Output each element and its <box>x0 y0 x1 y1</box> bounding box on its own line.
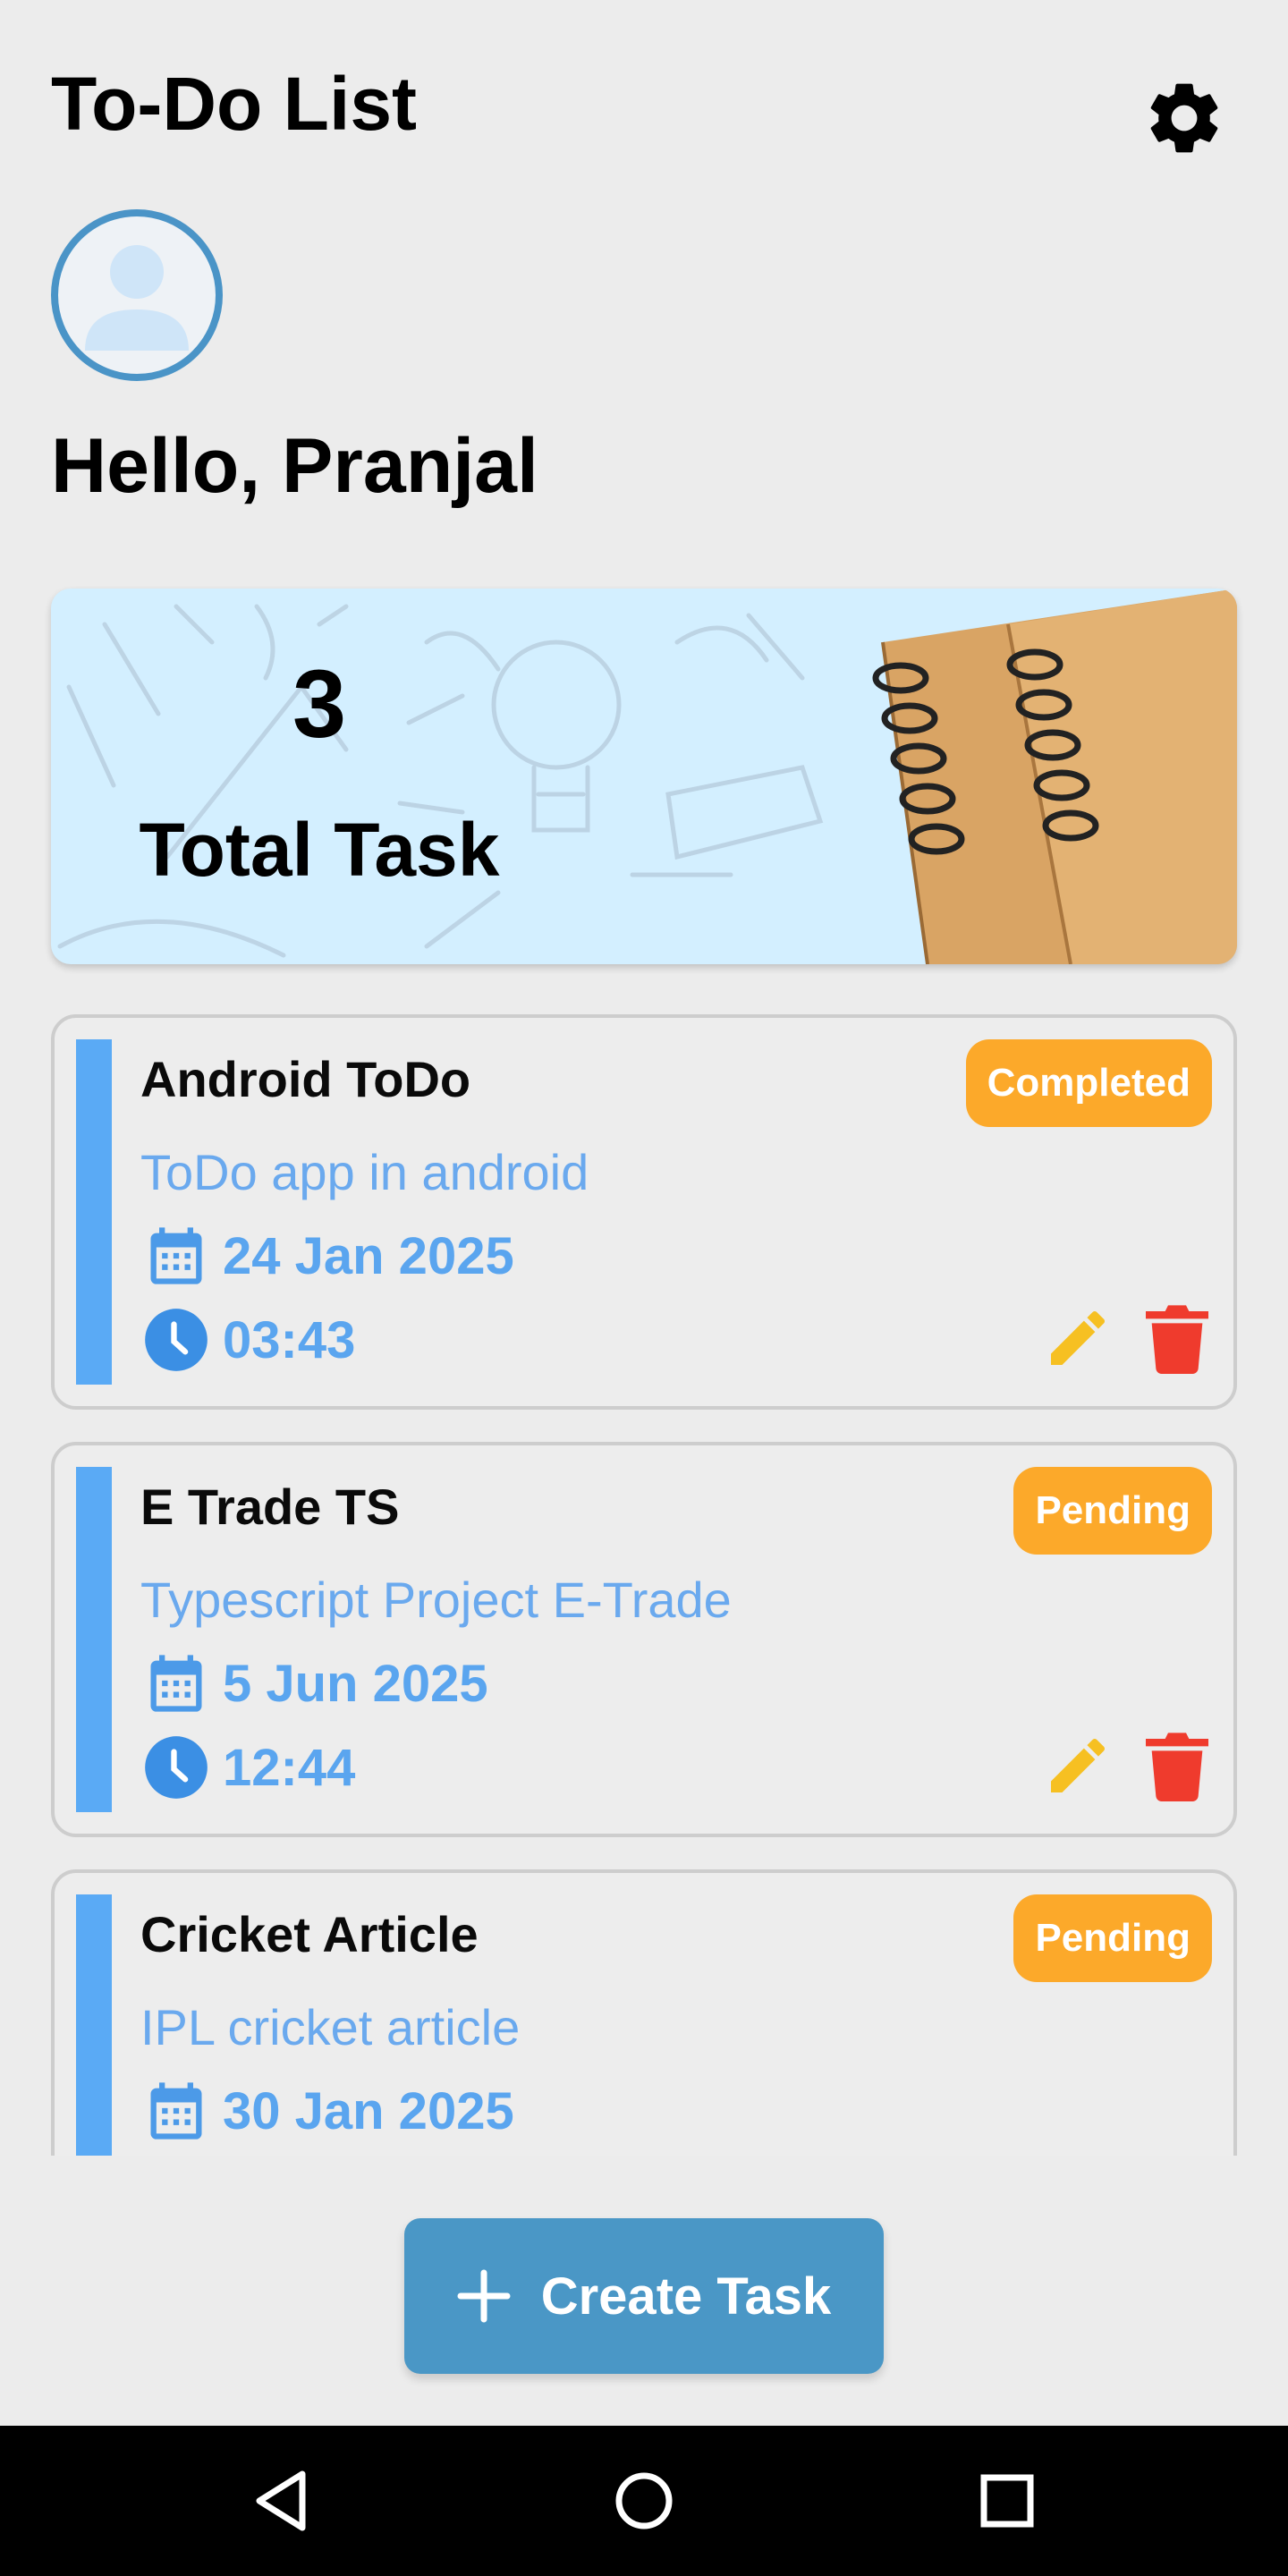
task-date: 24 Jan 2025 <box>140 1220 514 1292</box>
clock-icon <box>140 1732 212 1803</box>
task-date: 5 Jun 2025 <box>140 1648 488 1719</box>
pencil-icon <box>1051 1738 1106 1792</box>
clock-icon <box>140 1304 212 1376</box>
task-description: Typescript Project E-Trade <box>140 1572 732 1628</box>
status-badge: Completed <box>965 1039 1212 1127</box>
home-button[interactable] <box>608 2465 680 2537</box>
task-time: 12:44 <box>140 1732 355 1803</box>
create-task-label: Create Task <box>540 2267 832 2326</box>
edit-button[interactable] <box>1042 1302 1114 1374</box>
recents-square-icon <box>980 2474 1034 2528</box>
task-date-text: 30 Jan 2025 <box>223 2081 514 2140</box>
task-stripe <box>76 1467 112 1812</box>
task-title: Android ToDo <box>140 1051 471 1107</box>
task-date-text: 5 Jun 2025 <box>223 1654 488 1713</box>
total-task-card: 3 Total Task <box>51 589 1237 964</box>
notebook-image <box>872 589 1237 964</box>
task-stripe <box>76 1894 112 2156</box>
back-triangle-icon <box>256 2470 306 2531</box>
task-card[interactable]: Cricket Article Pending IPL cricket arti… <box>51 1869 1237 2156</box>
create-task-button[interactable]: Create Task <box>404 2218 884 2374</box>
system-nav-bar <box>0 2426 1288 2576</box>
task-description: ToDo app in android <box>140 1144 589 1200</box>
home-circle-icon <box>615 2472 673 2529</box>
edit-button[interactable] <box>1042 1730 1114 1801</box>
delete-button[interactable] <box>1146 1302 1208 1374</box>
task-list[interactable]: Android ToDo Completed ToDo app in andro… <box>51 1014 1237 2156</box>
task-title: E Trade TS <box>140 1479 400 1535</box>
greeting-text: Hello, Pranjal <box>51 423 538 509</box>
task-title: Cricket Article <box>140 1906 479 1962</box>
task-time: 03:43 <box>140 1304 355 1376</box>
pencil-icon <box>1051 1310 1106 1365</box>
calendar-icon <box>140 1220 212 1292</box>
recents-button[interactable] <box>971 2465 1043 2537</box>
plus-icon <box>457 2269 511 2323</box>
task-date: 30 Jan 2025 <box>140 2075 514 2147</box>
task-card[interactable]: Android ToDo Completed ToDo app in andro… <box>51 1014 1237 1410</box>
calendar-icon <box>140 2075 212 2147</box>
status-badge: Pending <box>1013 1894 1212 1982</box>
calendar-icon <box>140 1648 212 1719</box>
task-stripe <box>76 1039 112 1385</box>
task-card[interactable]: E Trade TS Pending Typescript Project E-… <box>51 1442 1237 1837</box>
settings-button[interactable] <box>1134 68 1234 168</box>
trash-icon <box>1146 1305 1208 1374</box>
avatar[interactable] <box>51 209 223 381</box>
task-time-text: 03:43 <box>223 1310 356 1369</box>
task-description: IPL cricket article <box>140 1999 521 2055</box>
status-badge: Pending <box>1013 1467 1212 1555</box>
trash-icon <box>1146 1733 1208 1801</box>
page-title: To-Do List <box>51 62 418 146</box>
gear-icon <box>1150 83 1218 153</box>
task-time-text: 12:44 <box>223 1738 356 1797</box>
user-icon <box>85 245 189 351</box>
total-task-count: 3 <box>292 649 347 758</box>
delete-button[interactable] <box>1146 1730 1208 1801</box>
total-task-label: Total Task <box>139 808 500 892</box>
app-screen: To-Do List Hello, Pranjal 3 Total Task A… <box>0 0 1288 2576</box>
back-button[interactable] <box>247 2465 318 2537</box>
task-date-text: 24 Jan 2025 <box>223 1226 514 1285</box>
